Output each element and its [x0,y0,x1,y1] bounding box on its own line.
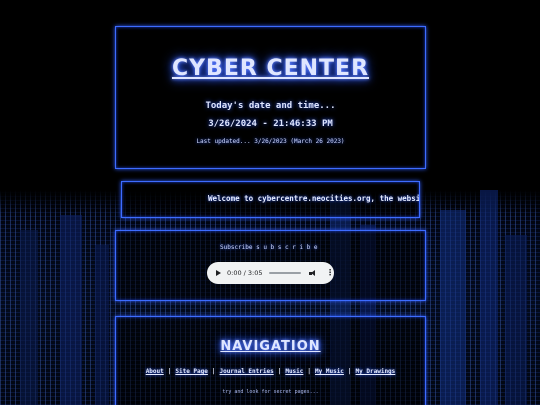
nav-link-journal-entries[interactable]: Journal Entries [220,368,274,375]
nav-separator: | [347,368,352,375]
nav-link-about[interactable]: About [146,368,164,375]
volume-icon[interactable] [309,269,318,277]
audio-player[interactable]: 0:00 / 3:05 ⋮ [207,262,334,284]
nav-link-music[interactable]: Music [285,368,303,375]
last-updated: Last updated... 3/26/2023 (March 26 2023… [196,138,345,145]
navigation-panel: NAVIGATION About | Site Page | Journal Entri… [115,316,426,405]
subscribe-text: Subscribe s u b s c r i b e [220,244,318,251]
nav-separator: | [167,368,172,375]
nav-separator: | [277,368,282,375]
nav-link-site-page[interactable]: Site Page [175,368,208,375]
audio-progress-bar[interactable] [268,272,302,274]
more-options-icon[interactable]: ⋮ [326,269,334,277]
navigation-links: About | Site Page | Journal Entries | Music | My… [116,368,425,375]
page: CYBER CENTER Today's date and time... 3/… [0,0,540,405]
music-panel: Subscribe s u b s c r i b e 0:00 / 3:05 … [115,230,426,301]
navigation-title: NAVIGATION [220,339,321,354]
welcome-marquee-panel: Welcome to cybercentre.neocities.org, th… [121,181,420,218]
secret-pages-hint: try and look for secret pages... [222,389,319,395]
welcome-marquee-text: Welcome to cybercentre.neocities.org, th… [208,194,419,203]
nav-link-my-music[interactable]: My Music [315,368,344,375]
date-time-value: 3/26/2024 - 21:46:33 PM [208,119,333,129]
date-heading: Today's date and time... [205,101,336,111]
nav-separator: | [307,368,312,375]
header-panel: CYBER CENTER Today's date and time... 3/… [115,26,426,169]
play-icon[interactable] [216,270,221,276]
site-title: CYBER CENTER [171,56,370,81]
nav-link-my-drawings[interactable]: My Drawings [356,368,396,375]
marquee-clip: Welcome to cybercentre.neocities.org, th… [122,182,419,217]
nav-separator: | [211,368,216,375]
audio-time: 0:00 / 3:05 [227,269,263,277]
